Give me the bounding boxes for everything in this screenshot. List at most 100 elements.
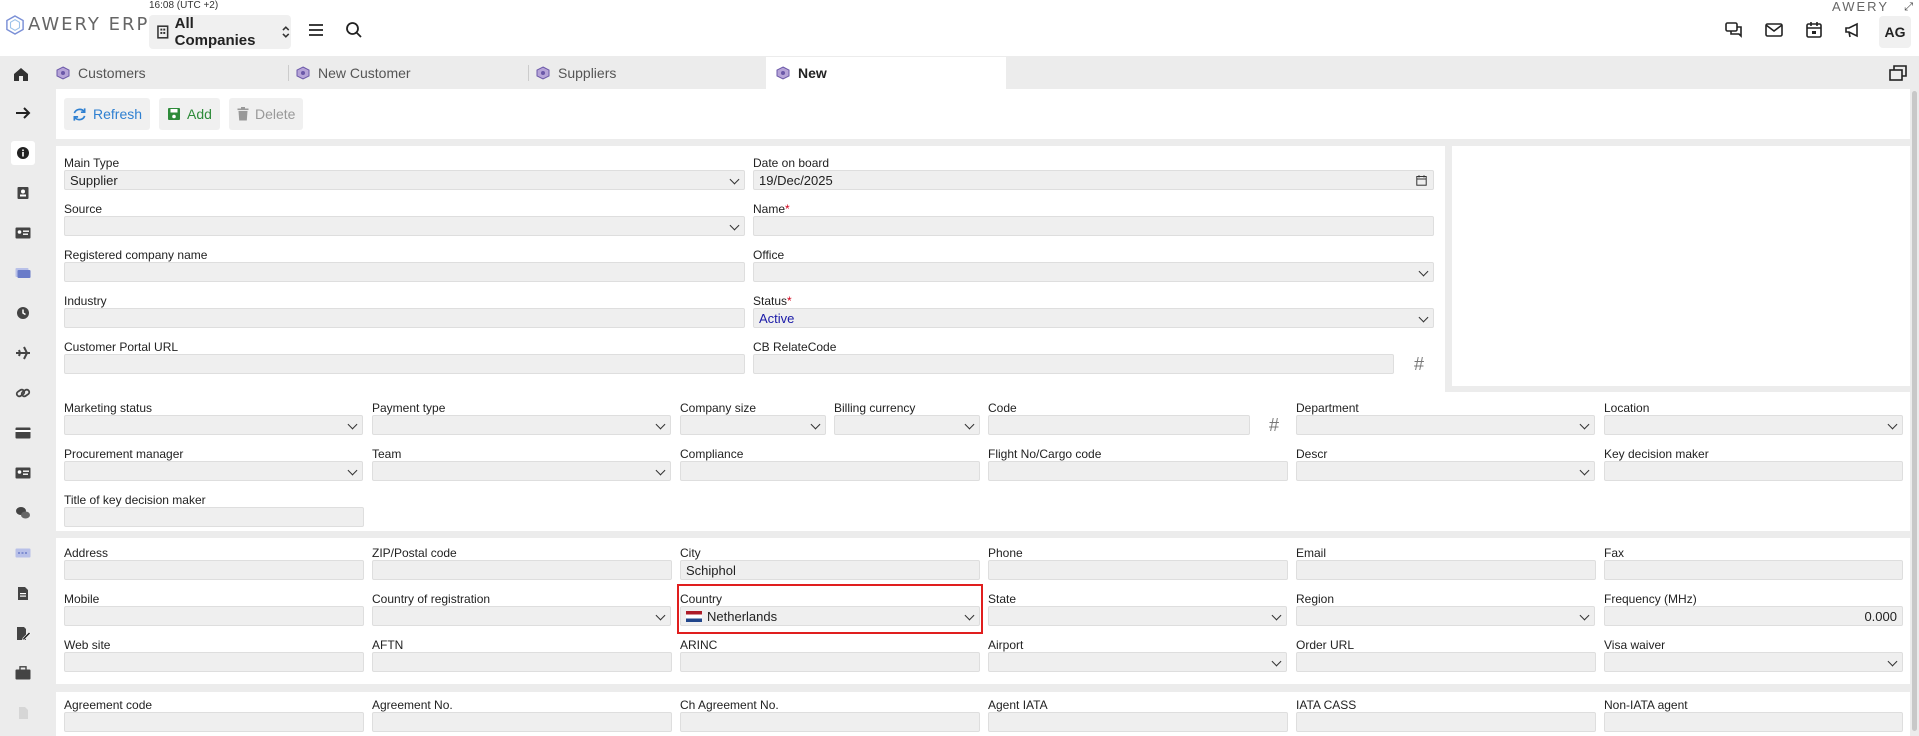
descr-select[interactable] <box>1296 461 1595 481</box>
zip-input[interactable] <box>372 560 672 580</box>
cb-relatecode-input[interactable] <box>753 354 1394 374</box>
delete-button[interactable]: Delete <box>229 98 304 130</box>
main-type-select[interactable]: Supplier <box>64 170 745 190</box>
city-input[interactable]: Schiphol <box>680 560 980 580</box>
company-size-select[interactable] <box>680 415 826 435</box>
sidebar-item-edit-docs[interactable] <box>11 621 35 645</box>
sidebar-item-links[interactable] <box>11 381 35 405</box>
non-iata-agent-input[interactable] <box>1604 712 1903 732</box>
focus-highlight <box>677 584 983 634</box>
sidebar-item-info[interactable] <box>11 141 35 165</box>
sidebar-item-messages[interactable] <box>11 501 35 525</box>
add-button[interactable]: Add <box>159 98 220 130</box>
sidebar-item-profile[interactable] <box>11 461 35 485</box>
team-select[interactable] <box>372 461 671 481</box>
location-select[interactable] <box>1604 415 1903 435</box>
tab-new-customer[interactable]: New Customer <box>286 57 526 89</box>
agent-iata-input[interactable] <box>988 712 1288 732</box>
calendar-small-icon[interactable] <box>1416 175 1427 186</box>
status-label-text: Status <box>753 294 788 308</box>
region-select[interactable] <box>1296 606 1595 626</box>
top-bar: AWERY ERP 16:08 (UTC +2) All Companies A… <box>0 0 1919 56</box>
avatar[interactable]: AG <box>1879 16 1911 48</box>
sidebar-collapse[interactable] <box>11 101 35 125</box>
marketing-status-select[interactable] <box>64 415 363 435</box>
sidebar-item-flights[interactable] <box>11 341 35 365</box>
marketing-status-label: Marketing status <box>64 401 153 415</box>
date-on-board-input[interactable]: 19/Dec/2025 <box>753 170 1434 190</box>
key-decision-maker-input[interactable] <box>1604 461 1903 481</box>
email-input[interactable] <box>1296 560 1596 580</box>
compliance-input[interactable] <box>680 461 980 481</box>
ch-agreement-no-input[interactable] <box>680 712 980 732</box>
agreement-code-input[interactable] <box>64 712 364 732</box>
app-logo[interactable]: AWERY ERP <box>6 14 149 35</box>
tab-customers[interactable]: Customers <box>46 57 286 89</box>
refresh-button[interactable]: Refresh <box>64 98 151 130</box>
title-key-decision-maker-input[interactable] <box>64 507 364 527</box>
office-select[interactable] <box>753 262 1434 282</box>
airport-select[interactable] <box>988 652 1287 672</box>
registered-company-name-input[interactable] <box>64 262 745 282</box>
industry-input[interactable] <box>64 308 745 328</box>
vertical-scrollbar[interactable] <box>1912 91 1917 731</box>
sidebar-item-documents[interactable] <box>11 581 35 605</box>
address-input[interactable] <box>64 560 364 580</box>
ch-agreement-no-label: Ch Agreement No. <box>680 698 779 712</box>
visa-waiver-select[interactable] <box>1604 652 1903 672</box>
marketing-section: Marketing status Payment type Company si… <box>56 392 1910 531</box>
megaphone-icon[interactable] <box>1843 20 1863 40</box>
status-select[interactable]: Active <box>753 308 1434 328</box>
sidebar-item-payments[interactable] <box>11 421 35 445</box>
customer-portal-url-label: Customer Portal URL <box>64 340 179 354</box>
customer-portal-url-input[interactable] <box>64 354 745 374</box>
country-of-registration-select[interactable] <box>372 606 671 626</box>
iata-cass-input[interactable] <box>1296 712 1596 732</box>
phone-input[interactable] <box>988 560 1288 580</box>
tab-new[interactable]: New <box>766 57 1006 89</box>
flight-no-input[interactable] <box>988 461 1288 481</box>
chat-icon[interactable] <box>1724 20 1744 40</box>
hexagon-tab-icon <box>536 66 550 80</box>
source-label: Source <box>64 202 103 216</box>
sidebar-item-id-card[interactable] <box>11 221 35 245</box>
department-select[interactable] <box>1296 415 1595 435</box>
generate-code-button[interactable]: # <box>1408 354 1430 374</box>
mobile-input[interactable] <box>64 606 364 626</box>
hamburger-menu-icon[interactable] <box>306 20 326 40</box>
payment-type-select[interactable] <box>372 415 671 435</box>
window-restore-icon[interactable] <box>1889 65 1907 81</box>
frequency-input[interactable]: 0.000 <box>1604 606 1903 626</box>
sidebar-item-transactions[interactable] <box>11 541 35 565</box>
billing-currency-select[interactable] <box>834 415 980 435</box>
aftn-input[interactable] <box>372 652 672 672</box>
order-url-input[interactable] <box>1296 652 1596 672</box>
expand-icon[interactable]: ⤢ <box>1904 1 1913 14</box>
procurement-manager-select[interactable] <box>64 461 363 481</box>
sidebar-item-files[interactable] <box>11 701 35 725</box>
clock-icon <box>17 307 29 319</box>
fax-input[interactable] <box>1604 560 1903 580</box>
home-icon[interactable] <box>12 65 30 83</box>
mail-icon[interactable] <box>1764 20 1784 40</box>
name-input[interactable] <box>753 216 1434 236</box>
company-select[interactable]: All Companies <box>149 15 291 49</box>
source-select[interactable] <box>64 216 745 236</box>
arinc-input[interactable] <box>680 652 980 672</box>
tab-suppliers[interactable]: Suppliers <box>526 57 766 89</box>
sidebar-item-billing[interactable] <box>11 261 35 285</box>
search-icon[interactable] <box>344 20 364 40</box>
sidebar-item-history[interactable] <box>11 301 35 325</box>
calendar-icon[interactable] <box>1804 20 1824 40</box>
chevron-updown-icon <box>282 26 290 38</box>
file-icon <box>18 707 28 719</box>
sidebar-item-contact[interactable] <box>11 181 35 205</box>
sidebar-item-briefcase[interactable] <box>11 661 35 685</box>
state-select[interactable] <box>988 606 1287 626</box>
agreement-no-input[interactable] <box>372 712 672 732</box>
fax-label: Fax <box>1604 546 1625 560</box>
department-label: Department <box>1296 401 1359 415</box>
code-input[interactable] <box>988 415 1250 435</box>
web-site-input[interactable] <box>64 652 364 672</box>
generate-code-button[interactable]: # <box>1263 415 1285 435</box>
